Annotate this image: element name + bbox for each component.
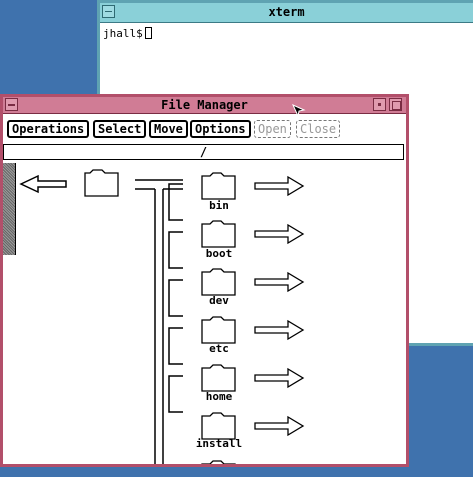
expand-arrow-icon-dev[interactable] bbox=[254, 271, 305, 293]
terminal-area[interactable]: jhall$ bbox=[100, 23, 473, 44]
folder-icon-install[interactable] bbox=[201, 412, 236, 440]
options-menu[interactable]: Options bbox=[190, 120, 251, 138]
expand-arrow-icon-boot[interactable] bbox=[254, 223, 305, 245]
file-manager-window[interactable]: File Manager Operations Select Move Opti… bbox=[0, 94, 409, 467]
folder-label-etc[interactable]: etc bbox=[189, 342, 249, 355]
xterm-titlebar[interactable]: xterm bbox=[100, 3, 473, 23]
folder-icon-bin[interactable] bbox=[201, 172, 236, 200]
close-menu[interactable]: Close bbox=[296, 120, 341, 138]
folder-label-home[interactable]: home bbox=[189, 390, 249, 403]
minimize-button[interactable] bbox=[373, 98, 386, 111]
folder-icon-next[interactable] bbox=[201, 460, 236, 464]
operations-menu[interactable]: Operations bbox=[7, 120, 90, 138]
expand-arrow-icon-etc[interactable] bbox=[254, 319, 305, 341]
shell-prompt: jhall$ bbox=[103, 27, 143, 40]
vertical-scrollbar[interactable] bbox=[3, 163, 16, 255]
maximize-button[interactable] bbox=[389, 98, 402, 111]
xterm-title: xterm bbox=[268, 5, 305, 19]
open-menu[interactable]: Open bbox=[254, 120, 291, 138]
folder-label-install[interactable]: install bbox=[189, 437, 249, 450]
move-menu[interactable]: Move bbox=[149, 120, 188, 138]
folder-label-dev[interactable]: dev bbox=[189, 294, 249, 307]
file-manager-titlebar[interactable]: File Manager bbox=[3, 97, 406, 114]
up-arrow-icon[interactable] bbox=[19, 174, 67, 194]
select-menu[interactable]: Select bbox=[93, 120, 147, 138]
file-manager-title: File Manager bbox=[161, 98, 248, 112]
mouse-pointer-icon bbox=[292, 104, 306, 118]
folder-label-boot[interactable]: boot bbox=[189, 247, 249, 260]
folder-label-bin[interactable]: bin bbox=[189, 199, 249, 212]
expand-arrow-icon-install[interactable] bbox=[254, 415, 305, 437]
path-field[interactable]: / bbox=[3, 144, 404, 160]
root-folder-icon[interactable] bbox=[84, 169, 119, 197]
folder-icon-home[interactable] bbox=[201, 364, 236, 392]
text-cursor bbox=[144, 27, 152, 39]
folder-icon-dev[interactable] bbox=[201, 268, 236, 296]
tree-connectors bbox=[135, 179, 183, 464]
expand-arrow-icon-home[interactable] bbox=[254, 367, 305, 389]
folder-icon-etc[interactable] bbox=[201, 316, 236, 344]
expand-arrow-icon-bin[interactable] bbox=[254, 175, 305, 197]
folder-icon-boot[interactable] bbox=[201, 220, 236, 248]
